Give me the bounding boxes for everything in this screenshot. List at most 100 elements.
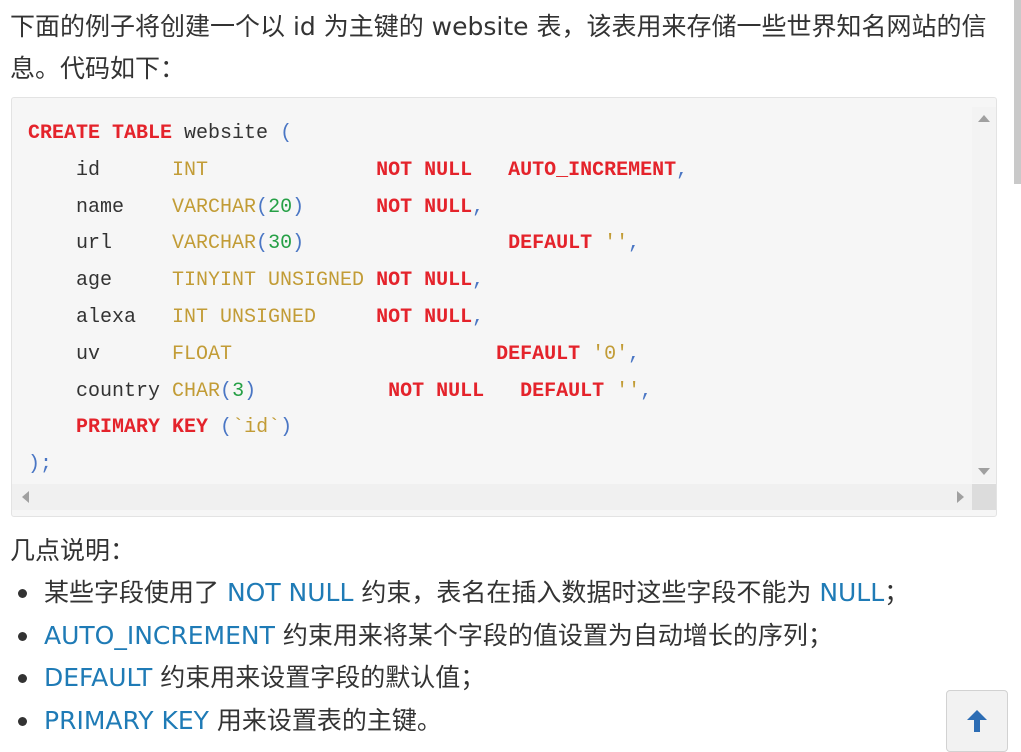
note-text: 约束用来设置字段的默认值； — [152, 663, 486, 692]
code-line-9: PRIMARY KEY (`id`) — [28, 416, 292, 439]
note-text: ； — [884, 578, 910, 607]
note-text: 用来设置表的主键。 — [208, 705, 442, 735]
code-punct: , — [676, 158, 689, 182]
scrollbar-corner — [972, 484, 996, 510]
code-punct: , — [472, 195, 485, 219]
code-punct: ) — [28, 453, 41, 477]
list-item: AUTO_INCREMENT 约束用来将某个字段的值设置为自动增长的序列； — [10, 615, 990, 658]
code-column: age — [76, 269, 173, 293]
notes-title: 几点说明： — [10, 536, 136, 565]
code-punct: ) — [292, 195, 305, 219]
code-string: '' — [604, 379, 641, 403]
code-horizontal-scrollbar[interactable] — [12, 484, 974, 510]
code-block: CREATE TABLE website ( id INT NOT NULL A… — [11, 97, 997, 517]
note-code: DEFAULT — [44, 663, 153, 692]
arrow-up-icon — [967, 710, 987, 732]
scroll-down-arrow-icon[interactable] — [978, 468, 990, 475]
code-vertical-scrollbar[interactable] — [972, 107, 996, 483]
code-identifier: `id` — [232, 416, 281, 440]
code-keyword: NOT NULL — [376, 195, 473, 219]
code-content: CREATE TABLE website ( id INT NOT NULL A… — [28, 116, 688, 484]
code-keyword: NOT NULL — [376, 269, 473, 293]
scroll-left-arrow-icon[interactable] — [22, 491, 29, 503]
code-number: 20 — [268, 195, 293, 219]
note-text: 某些字段使用了 — [44, 578, 227, 607]
code-punct: , — [628, 232, 641, 256]
code-type: INT — [172, 158, 377, 182]
back-to-top-button[interactable] — [946, 690, 1008, 752]
code-line-5: age TINYINT UNSIGNED NOT NULL, — [28, 269, 484, 292]
code-column: uv — [76, 342, 173, 366]
code-line-10: ); — [28, 453, 52, 476]
code-line-1: CREATE TABLE website ( — [28, 122, 292, 145]
code-keyword: NOT NULL — [388, 379, 485, 403]
code-line-7: uv FLOAT DEFAULT '0', — [28, 343, 640, 366]
code-punct: ( — [280, 122, 293, 145]
code-keyword: DEFAULT — [520, 379, 605, 403]
code-keyword: NOT NULL — [376, 158, 473, 182]
code-line-8: country CHAR(3) NOT NULL DEFAULT '', — [28, 380, 652, 403]
scroll-up-arrow-icon[interactable] — [978, 115, 990, 122]
code-punct: , — [640, 379, 653, 403]
code-punct: , — [472, 269, 485, 293]
bullet-icon — [18, 716, 27, 726]
bullet-icon — [18, 631, 27, 641]
code-punct: ) — [292, 232, 305, 256]
code-keyword: PRIMARY KEY — [76, 416, 209, 440]
note-code: NOT NULL — [226, 578, 354, 607]
code-column: name — [76, 195, 173, 219]
code-punct: ) — [244, 379, 257, 403]
code-number: 30 — [268, 232, 293, 256]
code-line-2: id INT NOT NULL AUTO_INCREMENT, — [28, 159, 688, 182]
scroll-right-arrow-icon[interactable] — [957, 491, 964, 503]
code-punct: , — [628, 342, 641, 366]
code-punct: ) — [280, 416, 293, 440]
code-keyword: AUTO_INCREMENT — [508, 158, 677, 182]
note-code: NULL — [819, 578, 885, 607]
code-type: FLOAT — [172, 342, 233, 366]
bullet-icon — [18, 589, 27, 598]
notes-list: 某些字段使用了 NOT NULL 约束，表名在插入数据时这些字段不能为 NULL… — [10, 572, 990, 742]
note-text: 约束，表名在插入数据时这些字段不能为 — [353, 578, 820, 607]
list-item: PRIMARY KEY 用来设置表的主键。 — [10, 700, 990, 743]
code-line-6: alexa INT UNSIGNED NOT NULL, — [28, 306, 484, 329]
code-type: TINYINT UNSIGNED — [172, 269, 365, 293]
code-column: url — [76, 232, 173, 256]
note-code: PRIMARY KEY — [44, 705, 209, 735]
code-string: '0' — [580, 342, 629, 366]
code-type: VARCHAR — [172, 195, 257, 219]
code-type: INT UNSIGNED — [172, 305, 317, 329]
list-item: 某些字段使用了 NOT NULL 约束，表名在插入数据时这些字段不能为 NULL… — [10, 572, 990, 615]
code-keyword: CREATE TABLE — [28, 122, 173, 145]
note-code: AUTO_INCREMENT — [44, 620, 275, 650]
code-column: country — [76, 379, 173, 403]
code-line-3: name VARCHAR(20) NOT NULL, — [28, 196, 484, 219]
note-text: 约束用来将某个字段的值设置为自动增长的序列； — [274, 620, 833, 650]
list-item: DEFAULT 约束用来设置字段的默认值； — [10, 657, 990, 700]
code-column: alexa — [76, 305, 173, 329]
code-string: '' — [592, 232, 629, 256]
code-number: 3 — [232, 379, 245, 403]
code-type: VARCHAR — [172, 232, 257, 256]
code-punct: ( — [208, 416, 233, 440]
code-keyword: DEFAULT — [496, 342, 581, 366]
code-punct: , — [472, 305, 485, 329]
bullet-icon — [18, 674, 27, 683]
code-keyword: NOT NULL — [376, 305, 473, 329]
intro-paragraph: 下面的例子将创建一个以 id 为主键的 website 表，该表用来存储一些世界… — [10, 12, 987, 83]
code-column: id — [76, 158, 173, 182]
code-punct: ( — [220, 379, 233, 403]
code-line-4: url VARCHAR(30) DEFAULT '', — [28, 232, 640, 255]
code-keyword: DEFAULT — [508, 232, 593, 256]
code-table-name: website — [172, 122, 281, 145]
page-scrollbar-thumb[interactable] — [1014, 0, 1021, 184]
code-punct: ( — [256, 232, 269, 256]
code-punct: ; — [40, 453, 53, 477]
